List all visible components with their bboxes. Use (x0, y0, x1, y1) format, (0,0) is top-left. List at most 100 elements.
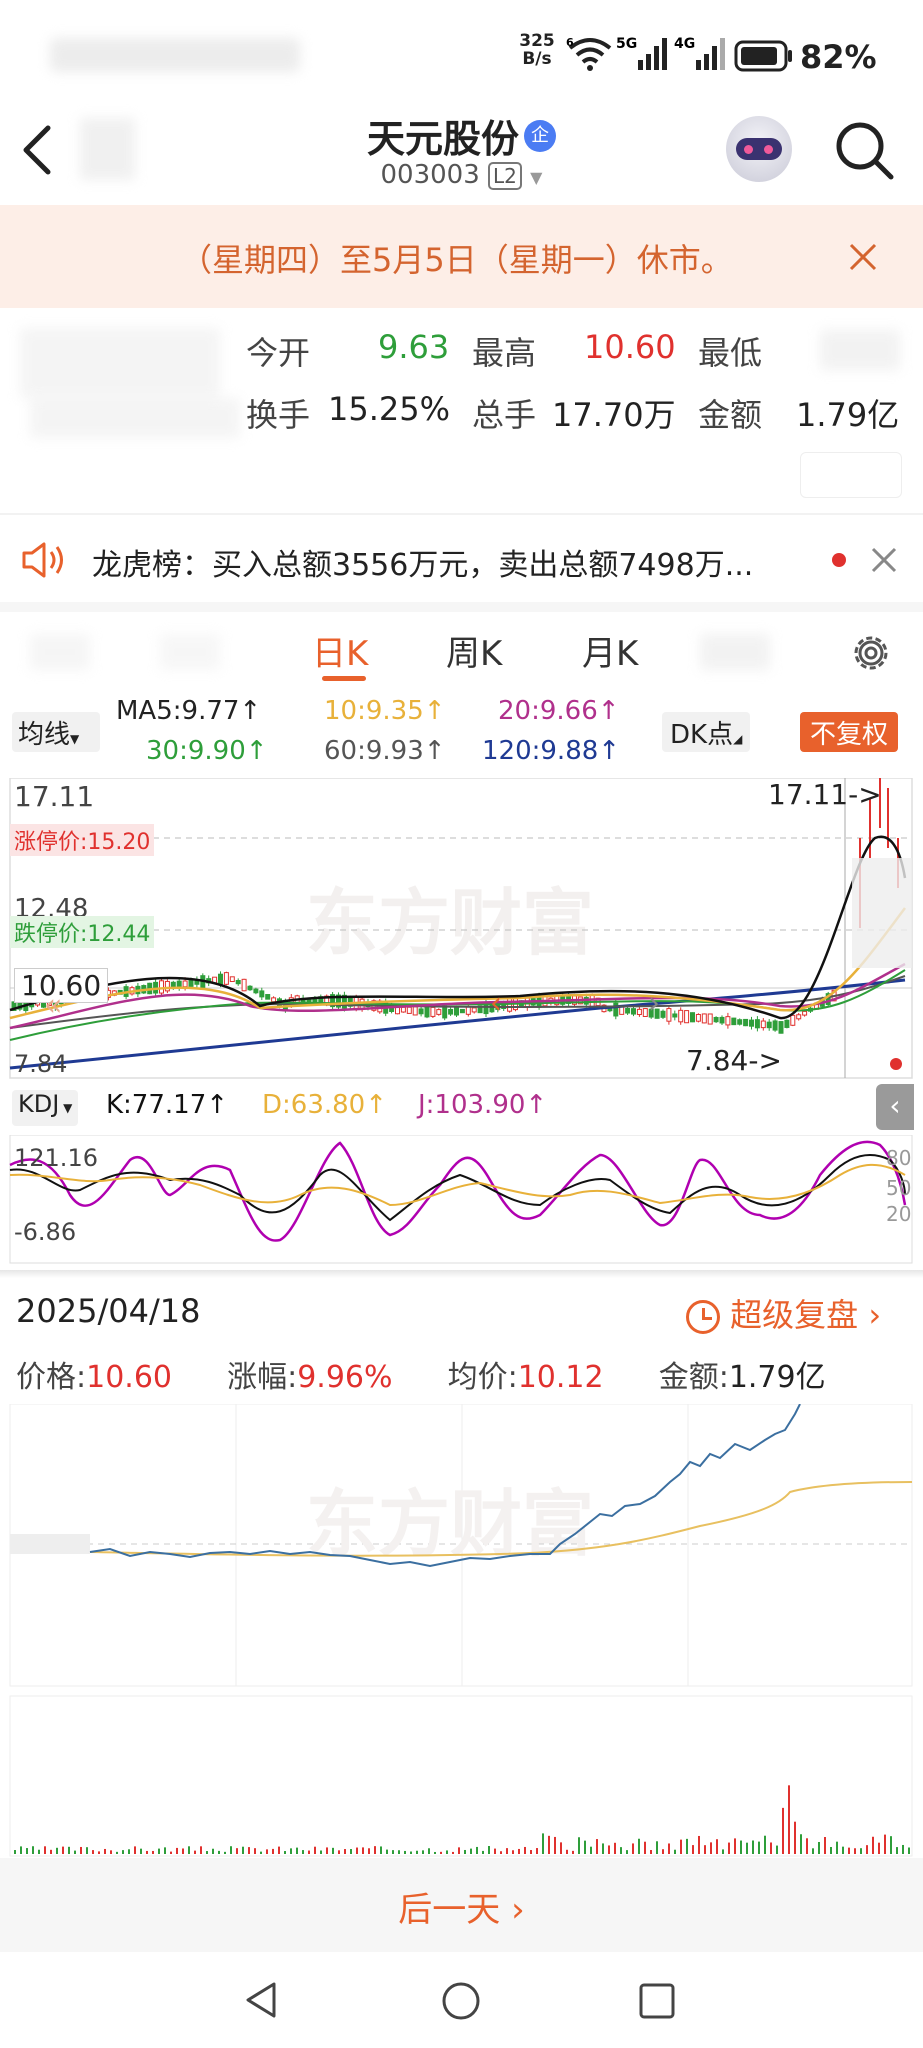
volume-bar (560, 1842, 562, 1854)
chevron-right-icon[interactable]: › (648, 986, 660, 1021)
high-label: 最高 (472, 334, 537, 372)
volume-bar (32, 1846, 34, 1854)
volume-bar (164, 1847, 166, 1854)
dk-label: DK点 (670, 720, 734, 750)
super-replay-link[interactable]: 超级复盘 › (686, 1290, 881, 1336)
close-icon[interactable] (848, 242, 878, 272)
volume-bar (536, 1848, 538, 1854)
lhb-bar[interactable]: 龙虎榜：买入总额3556万元，卖出总额7498万... (0, 520, 923, 600)
tab-month-k[interactable]: 月K (582, 626, 638, 675)
volume-bar (56, 1847, 58, 1854)
status-time-blurred (50, 38, 300, 72)
candle-body (719, 1016, 725, 1024)
volume-bar (230, 1846, 232, 1854)
next-day-button[interactable]: 后一天 › (0, 1882, 923, 1931)
blurred-tab[interactable] (30, 634, 90, 670)
no-adjust-button[interactable]: 不复权 (800, 712, 899, 752)
volume-bar (218, 1850, 220, 1854)
kdj-k-value: K:77.17↑ (106, 1090, 229, 1120)
close-icon[interactable] (870, 546, 898, 574)
volume-bar (590, 1846, 592, 1854)
candle-body (436, 1009, 442, 1015)
period-tabs: 日K 周K 月K (0, 612, 923, 692)
volume-bar (182, 1848, 184, 1854)
volume-bar (476, 1846, 478, 1854)
kline-chart[interactable]: 东方财富 17.11 涨停价:15.20 12.48 跌停价:12.44 10.… (0, 778, 923, 1080)
volume-bar (584, 1840, 586, 1854)
volume-bar (152, 1850, 154, 1854)
blurred-button[interactable] (800, 452, 902, 498)
blurred-label (10, 1534, 90, 1554)
nav-recents-icon[interactable] (638, 1982, 676, 2020)
tab-day-k[interactable]: 日K (312, 626, 368, 675)
volume-bar (878, 1842, 880, 1854)
price-bottom-label: 7.84 (14, 1050, 68, 1078)
volume-bar (842, 1846, 844, 1854)
kdj-selector[interactable]: KDJ ▼ (12, 1090, 79, 1126)
robot-avatar[interactable] (726, 116, 792, 182)
ma-selector[interactable]: 均线▼ (12, 712, 100, 752)
tab-active-indicator (322, 676, 366, 681)
volume-bar (68, 1846, 70, 1854)
high-marker: 17.11-> (768, 778, 882, 811)
svg-text:4G: 4G (674, 36, 695, 52)
chevron-left-icon[interactable]: ‹ (490, 986, 502, 1021)
volume-bar (824, 1837, 826, 1854)
volume-bar (908, 1847, 910, 1854)
dk-point-selector[interactable]: DK点◢ (662, 712, 751, 752)
volume-bar (344, 1849, 346, 1854)
volume-bar (170, 1851, 172, 1854)
volume-bar (788, 1785, 790, 1854)
volume-bar (134, 1846, 136, 1854)
next-day-bar[interactable]: 后一天 › (0, 1858, 923, 1952)
volume-bar (488, 1846, 490, 1854)
ma20-value: 20:9.66↑ (498, 696, 620, 726)
tab-week-k[interactable]: 周K (446, 626, 502, 675)
system-nav-bar (0, 1952, 923, 2048)
volume-bar (740, 1840, 742, 1854)
volume-bar (284, 1851, 286, 1854)
candle-body (164, 980, 170, 992)
volume-bar (872, 1836, 874, 1854)
ma-selector-label: 均线 (18, 720, 71, 750)
super-replay-label: 超级复盘 (730, 1296, 859, 1334)
intraday-stats: 价格:10.60 涨幅:9.96% 均价:10.12 金额:1.79亿 (16, 1352, 826, 1396)
stock-code: 003003 (380, 160, 480, 190)
gear-icon[interactable] (848, 630, 894, 676)
intraday-chart[interactable]: 东方财富 (0, 1404, 923, 1858)
candle-body (784, 1019, 790, 1028)
volume-bar (464, 1849, 466, 1854)
volume-bar (314, 1846, 316, 1854)
blurred-tab[interactable] (700, 634, 770, 670)
volume-bar (524, 1846, 526, 1854)
kdj-d-line (9, 1163, 906, 1207)
collapse-tab[interactable]: ‹ (876, 1084, 914, 1130)
divider (0, 513, 923, 515)
volume-bar (602, 1843, 604, 1854)
chevron-left-icon[interactable]: « (44, 988, 74, 1023)
volume-bar (290, 1848, 292, 1854)
candle-body (625, 1007, 631, 1014)
candle-body (406, 1006, 412, 1014)
volume-bar (758, 1841, 760, 1854)
volume-bar (668, 1843, 670, 1854)
marker-dot (890, 1058, 902, 1070)
candle-body (713, 1016, 719, 1023)
volume-bar (308, 1850, 310, 1854)
nav-home-icon[interactable] (440, 1980, 482, 2022)
volume-bar (452, 1851, 454, 1854)
svg-text:5G: 5G (616, 36, 637, 52)
amount-value: 1.79亿 (728, 1360, 826, 1395)
signal-5g-icon: 5G (616, 36, 667, 70)
volume-bar (428, 1848, 430, 1854)
search-icon[interactable] (834, 120, 896, 182)
candle-body (778, 1021, 784, 1034)
volume-bar (764, 1835, 766, 1854)
blurred-tab[interactable] (160, 634, 220, 670)
high-value: 10.60 (584, 328, 676, 366)
kdj-panel[interactable]: KDJ ▼ K:77.17↑ D:63.80↑ J:103.90↑ ‹ 121.… (0, 1080, 923, 1270)
status-bar: 325 B/s 6 5G 4G 82% (0, 0, 923, 110)
candle-body (749, 1019, 754, 1027)
lhb-text: 龙虎榜：买入总额3556万元，卖出总额7498万... (92, 548, 754, 583)
nav-back-icon[interactable] (242, 1980, 282, 2020)
